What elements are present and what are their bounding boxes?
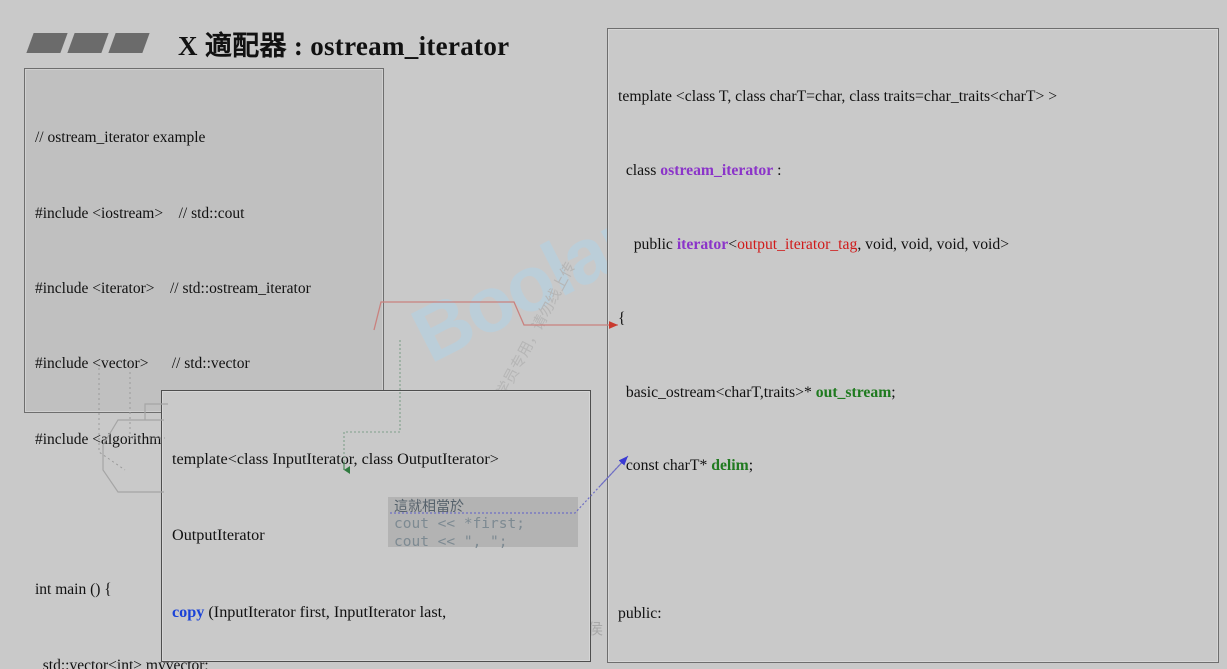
code-line: public: bbox=[618, 605, 662, 623]
ostream-iterator-declaration-box: template <class T, class charT=char, cla… bbox=[607, 28, 1219, 663]
slide-canvas: Boolan 网购课学员专用，请勿线上传 侯捷 网 侯 CSDN @世界和平~ … bbox=[0, 0, 1227, 669]
code-line-class-decl: class ostream_iterator : bbox=[618, 162, 782, 180]
code-line-copy-signature: copy (InputIterator first, InputIterator… bbox=[172, 602, 447, 621]
code-line: template <class T, class charT=char, cla… bbox=[618, 88, 1058, 106]
title-separator: : bbox=[293, 30, 304, 61]
parallelogram-icon bbox=[108, 33, 150, 53]
equivalent-note: 這就相當於 cout << *first; cout << ", "; bbox=[388, 497, 578, 550]
equivalent-note-heading: 這就相當於 bbox=[394, 499, 464, 515]
title-name: ostream_iterator bbox=[310, 30, 510, 61]
code-line-base-class: public iterator<output_iterator_tag, voi… bbox=[618, 235, 1010, 253]
code-line-out-stream-member: basic_ostream<charT,traits>* out_stream; bbox=[618, 383, 896, 401]
code-line-delim-member: const charT* delim; bbox=[618, 457, 754, 475]
title-prefix: X bbox=[178, 30, 198, 61]
example-code-box: // ostream_iterator example #include <io… bbox=[24, 68, 384, 669]
red-connector-line bbox=[373, 301, 618, 331]
equivalent-note-line1: cout << *first; bbox=[394, 516, 525, 533]
slide-title: X 適配器 : ostream_iterator bbox=[26, 24, 509, 63]
code-line: #include <iterator> // std::ostream_iter… bbox=[35, 279, 311, 297]
code-line: // ostream_iterator example bbox=[35, 129, 206, 147]
equivalent-note-line2: cout << ", "; bbox=[394, 534, 508, 551]
code-line: { bbox=[618, 309, 626, 327]
title-cjk: 適配器 bbox=[204, 30, 287, 62]
parallelogram-icon bbox=[26, 33, 68, 53]
title-bullet-icon bbox=[26, 33, 150, 53]
code-line: #include <iostream> // std::cout bbox=[35, 204, 245, 222]
code-line: template<class InputIterator, class Outp… bbox=[172, 450, 499, 469]
parallelogram-icon bbox=[67, 33, 109, 53]
page-title: X 適配器 : ostream_iterator bbox=[178, 24, 509, 63]
code-line: #include <vector> // std::vector bbox=[35, 355, 250, 373]
